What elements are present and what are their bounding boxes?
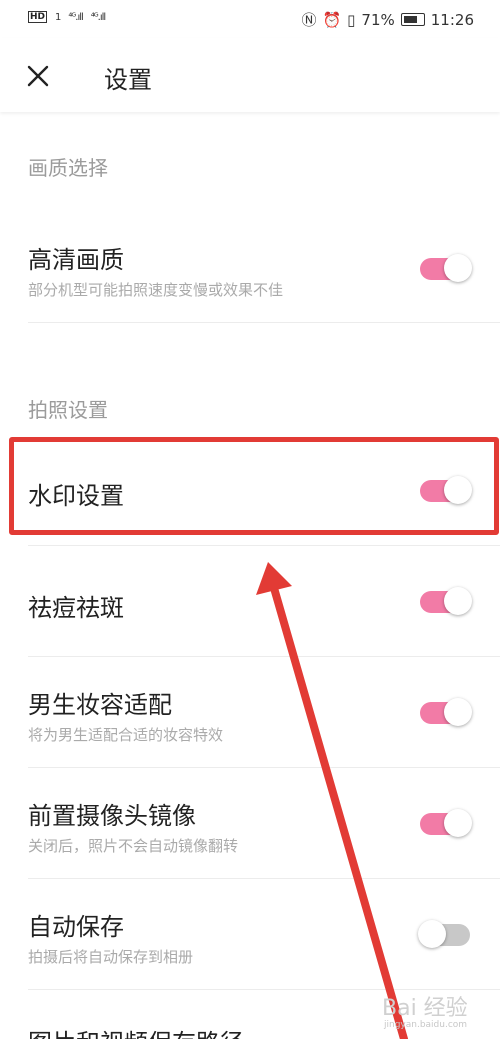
setting-row-acne-removal[interactable]: 祛痘祛斑 — [0, 546, 500, 657]
status-bar: HD 1 ⁴ᴳ.ıll ⁴ᴳ.ıll Ⓝ ⏰ ▯ 71% 11:26 — [0, 0, 500, 38]
nfc-icon: Ⓝ — [301, 11, 317, 29]
page-title: 设置 — [104, 66, 152, 94]
divider — [28, 322, 500, 323]
setting-subtitle: 部分机型可能拍照速度变慢或效果不佳 — [28, 281, 284, 299]
setting-row-male-makeup[interactable]: 男生妆容适配 将为男生适配合适的妆容特效 — [0, 657, 500, 768]
setting-subtitle: 关闭后，照片不会自动镜像翻转 — [28, 837, 239, 855]
front-mirror-toggle[interactable] — [420, 809, 472, 837]
toggle-knob — [444, 809, 472, 837]
acne-removal-toggle[interactable] — [420, 587, 472, 615]
watermark-logo: Bai 经验 — [382, 996, 468, 1021]
close-button[interactable] — [24, 62, 52, 90]
toggle-knob — [444, 476, 472, 504]
signal-icon-1: ⁴ᴳ.ıll — [68, 11, 83, 23]
toggle-knob — [444, 587, 472, 615]
setting-subtitle: 将为男生适配合适的妆容特效 — [28, 726, 224, 744]
close-icon — [27, 65, 49, 87]
setting-title: 图片和视频保存路径 — [28, 1023, 244, 1039]
hd-quality-toggle[interactable] — [420, 254, 472, 282]
toggle-knob — [418, 920, 446, 948]
watermark-toggle[interactable] — [420, 476, 472, 504]
signal-icon-2: ⁴ᴳ.ıll — [90, 11, 106, 23]
alarm-icon: ⏰ — [322, 10, 342, 29]
setting-title: 祛痘祛斑 — [28, 594, 124, 622]
clock: 11:26 — [430, 10, 474, 29]
setting-title: 前置摄像头镜像 — [28, 802, 196, 830]
setting-title: 男生妆容适配 — [28, 691, 172, 719]
section-header-quality: 画质选择 — [28, 156, 108, 180]
setting-row-hd-quality[interactable]: 高清画质 部分机型可能拍照速度变慢或效果不佳 — [0, 215, 500, 323]
setting-row-watermark[interactable]: 水印设置 — [0, 440, 500, 546]
title-bar: 设置 — [0, 38, 500, 112]
toggle-knob — [444, 698, 472, 726]
setting-row-front-mirror[interactable]: 前置摄像头镜像 关闭后，照片不会自动镜像翻转 — [0, 768, 500, 879]
toggle-knob — [444, 254, 472, 282]
battery-icon — [400, 13, 425, 26]
setting-row-auto-save[interactable]: 自动保存 拍摄后将自动保存到相册 — [0, 879, 500, 990]
setting-title: 自动保存 — [28, 913, 124, 941]
sim1-label: 1 — [55, 11, 61, 23]
watermark-url: jingyan.baidu.com — [384, 1020, 468, 1030]
hd-icon: HD — [28, 11, 48, 23]
setting-title: 水印设置 — [28, 482, 124, 510]
vibrate-icon: ▯ — [347, 10, 356, 29]
setting-subtitle: 拍摄后将自动保存到相册 — [28, 948, 194, 966]
setting-title: 高清画质 — [28, 246, 124, 274]
male-makeup-toggle[interactable] — [420, 698, 472, 726]
auto-save-toggle[interactable] — [418, 920, 470, 948]
battery-percent: 71% — [361, 10, 395, 29]
section-header-photo: 拍照设置 — [28, 398, 108, 422]
